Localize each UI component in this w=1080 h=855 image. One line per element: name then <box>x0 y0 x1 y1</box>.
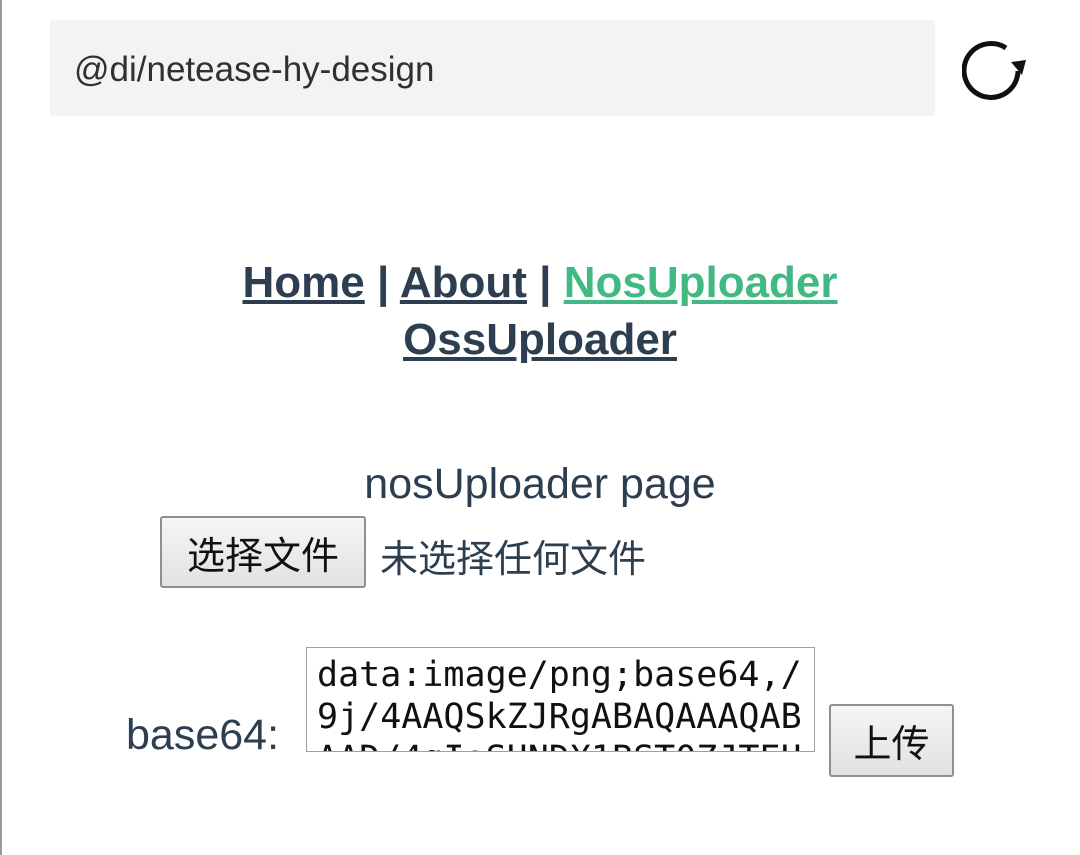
nav-link-ossuploader[interactable]: OssUploader <box>403 315 677 364</box>
nav-link-home[interactable]: Home <box>242 258 364 307</box>
nav-separator: | <box>539 258 552 307</box>
nav-separator: | <box>376 258 390 307</box>
main-nav: Home | About | NosUploader OssUploader <box>0 254 1080 368</box>
nav-link-about[interactable]: About <box>400 258 527 307</box>
reload-icon[interactable] <box>962 38 1032 104</box>
page-title: nosUploader page <box>364 460 716 508</box>
choose-file-button[interactable]: 选择文件 <box>160 516 366 588</box>
address-bar[interactable]: @di/netease-hy-design <box>50 20 935 116</box>
url-text[interactable]: @di/netease-hy-design <box>74 50 434 90</box>
base64-label: base64: <box>126 711 280 759</box>
nav-link-nosuploader[interactable]: NosUploader <box>564 258 838 307</box>
upload-button[interactable]: 上传 <box>829 704 954 777</box>
window-edge <box>0 0 2 855</box>
base64-textarea[interactable]: data:image/png;base64,/9j/4AAQSkZJRgABAQ… <box>306 647 815 752</box>
file-status-text: 未选择任何文件 <box>380 537 647 581</box>
